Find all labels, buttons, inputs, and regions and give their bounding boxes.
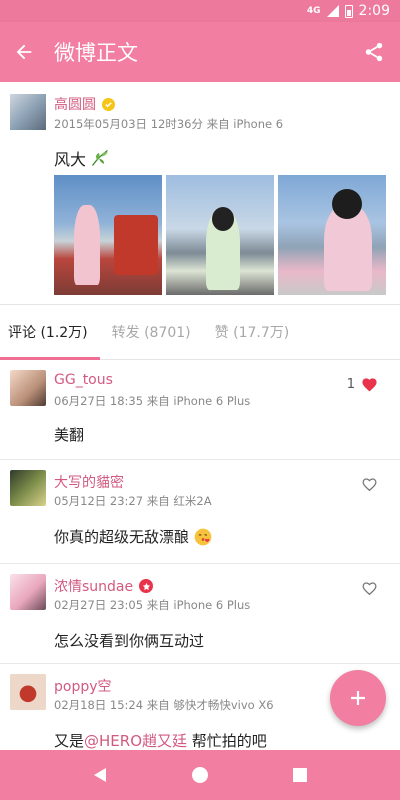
post-user-name: 高圆圆: [54, 97, 96, 113]
comment-like-button[interactable]: 1: [347, 376, 378, 392]
plus-icon: [351, 691, 365, 705]
comment-text: 怎么没看到你俩互动过: [54, 632, 205, 650]
heart-filled-icon: [362, 378, 377, 392]
comment-user-name: 浓情sundae: [54, 579, 134, 595]
post-text-content: 风大: [54, 150, 87, 169]
comment-item[interactable]: GG_tous 06月27日 18:35 来自 iPhone 6 Plus 美翻…: [0, 360, 400, 460]
comment-item[interactable]: 大写的貓密 05月12日 23:27 来自 红米2A 你真的超级无敌漂酿: [0, 460, 400, 564]
comment-user[interactable]: 大写的貓密: [54, 472, 124, 492]
signal-icon: [326, 5, 339, 17]
nav-home-button[interactable]: [180, 755, 220, 795]
photo-grid: [54, 175, 386, 295]
clock: 2:09: [358, 3, 390, 19]
comment-avatar[interactable]: [10, 674, 46, 710]
mention-link[interactable]: @HERO趙又廷: [84, 732, 187, 750]
comment-meta: 02月27日 23:05 来自 iPhone 6 Plus: [54, 598, 251, 612]
status-bar: 4G 2:09: [0, 0, 400, 22]
share-icon: [365, 42, 383, 62]
post-card: 高圆圆 2015年05月03日 12时36分 来自 iPhone 6 风大: [0, 82, 400, 304]
comment-avatar[interactable]: [10, 470, 46, 506]
kiss-emoji-icon: [194, 528, 212, 545]
square-recents-icon: [293, 768, 307, 782]
nav-back-button[interactable]: [80, 755, 120, 795]
system-nav-bar: [0, 750, 400, 800]
app-bar: 微博正文: [0, 22, 400, 82]
compose-comment-button[interactable]: [330, 670, 386, 726]
nav-recents-button[interactable]: [280, 755, 320, 795]
tab-likes[interactable]: 赞 (17.7万): [203, 305, 302, 359]
post-text: 风大: [54, 146, 110, 170]
comment-text: 美翻: [54, 426, 85, 444]
comment-text: 又是@HERO趙又廷 帮忙拍的吧: [54, 730, 267, 751]
comment-text-content: 你真的超级无敌漂酿: [54, 528, 190, 546]
back-button[interactable]: [2, 30, 46, 74]
tab-bar: 评论 (1.2万) 转发 (8701) 赞 (17.7万): [0, 304, 400, 360]
tab-reposts[interactable]: 转发 (8701): [100, 305, 203, 359]
heart-outline-icon: [362, 582, 377, 596]
comment-user[interactable]: poppy空: [54, 676, 112, 696]
like-count: 1: [346, 376, 355, 392]
bamboo-leaf-icon: [91, 149, 108, 166]
post-photo-3[interactable]: [278, 175, 386, 295]
comment-avatar[interactable]: [10, 574, 46, 610]
comment-user[interactable]: GG_tous: [54, 372, 113, 388]
comment-user[interactable]: 浓情sundae: [54, 576, 154, 596]
comment-like-button[interactable]: [361, 476, 378, 492]
post-photo-1[interactable]: [54, 175, 162, 295]
post-user[interactable]: 高圆圆: [54, 94, 115, 114]
post-avatar[interactable]: [10, 94, 46, 130]
battery-icon: [344, 4, 353, 18]
verified-badge-icon: [102, 97, 115, 111]
comment-like-button[interactable]: [361, 580, 378, 596]
share-button[interactable]: [352, 30, 396, 74]
post-photo-2[interactable]: [166, 175, 274, 295]
comment-item[interactable]: 浓情sundae 02月27日 23:05 来自 iPhone 6 Plus 怎…: [0, 564, 400, 664]
heart-outline-icon: [362, 478, 377, 492]
comment-text-prefix: 又是: [54, 732, 85, 750]
post-meta: 2015年05月03日 12时36分 来自 iPhone 6: [54, 117, 284, 131]
comment-text-suffix: 帮忙拍的吧: [187, 732, 267, 750]
comment-meta: 02月18日 15:24 来自 够快才畅快vivo X6: [54, 698, 274, 712]
network-indicator: 4G: [306, 5, 321, 16]
triangle-back-icon: [94, 768, 106, 782]
comment-avatar[interactable]: [10, 370, 46, 406]
comment-text: 你真的超级无敌漂酿: [54, 526, 213, 547]
comment-meta: 06月27日 18:35 来自 iPhone 6 Plus: [54, 394, 251, 408]
circle-home-icon: [192, 767, 208, 783]
arrow-back-icon: [16, 44, 32, 60]
tab-comments[interactable]: 评论 (1.2万): [0, 305, 100, 360]
comment-meta: 05月12日 23:27 来自 红米2A: [54, 494, 212, 508]
member-badge-icon: [139, 579, 154, 593]
page-title: 微博正文: [54, 41, 138, 65]
